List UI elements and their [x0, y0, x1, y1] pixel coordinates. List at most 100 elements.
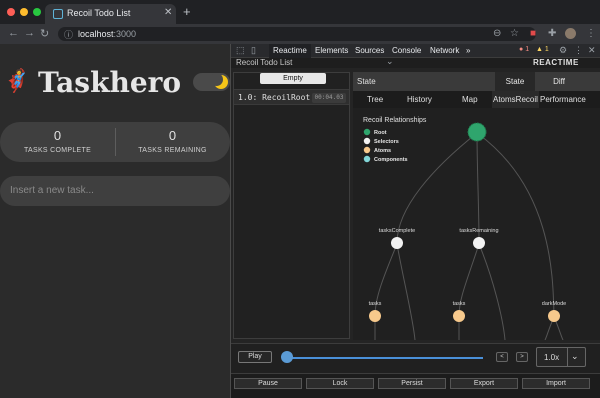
- devtools-menu-icon[interactable]: ⋮: [574, 45, 583, 56]
- export-button[interactable]: Export: [450, 378, 518, 389]
- legend-label-selectors: Selectors: [374, 139, 399, 145]
- extensions-icon[interactable]: ✚: [548, 28, 556, 39]
- legend-label-root: Root: [374, 130, 387, 136]
- diff-button[interactable]: Diff: [539, 72, 579, 91]
- settings-gear-icon[interactable]: ⚙: [559, 45, 567, 56]
- state-pane: State State Diff Tree History Map AtomsR…: [353, 72, 600, 340]
- new-tab-button[interactable]: +: [183, 4, 191, 19]
- tab-network[interactable]: Network: [430, 46, 459, 55]
- tab-history[interactable]: History: [407, 95, 432, 104]
- close-devtools-icon[interactable]: ✕: [588, 45, 596, 56]
- devtools-tab-bar: ⬚ ▯ Reactime Elements Sources Console Ne…: [231, 44, 600, 58]
- chevron-down-icon: ⌄: [571, 351, 579, 361]
- snapshot-label: 1.0: RecoilRoot: [238, 93, 311, 102]
- node-label-tasks-2: tasks: [453, 301, 466, 307]
- error-count: 1: [525, 46, 530, 53]
- browser-menu-icon[interactable]: ⋮: [586, 28, 596, 39]
- state-view-tabs: Tree History Map AtomsRecoil Performance: [353, 91, 600, 108]
- atom-node-dark-mode[interactable]: [548, 310, 560, 322]
- snapshot-list: Empty 1.0: RecoilRoot 00:04.03: [233, 72, 350, 339]
- back-icon[interactable]: ←: [8, 27, 19, 39]
- lock-button[interactable]: Lock: [306, 378, 374, 389]
- url-host: localhost: [78, 29, 114, 39]
- selector-node-tasks-remaining[interactable]: [473, 237, 485, 249]
- browser-tab[interactable]: Recoil Todo List ✕: [45, 4, 176, 24]
- tab-console[interactable]: Console: [392, 46, 421, 55]
- next-snapshot-button[interactable]: >: [516, 352, 528, 362]
- graph-links: [374, 132, 564, 340]
- playback-speed-select[interactable]: 1.0x ⌄: [536, 347, 586, 367]
- atom-node-tasks-2[interactable]: [453, 310, 465, 322]
- inspect-element-icon[interactable]: ⬚: [236, 45, 245, 56]
- state-label: State: [357, 77, 376, 86]
- superhero-logo-icon: 🦸: [3, 68, 31, 93]
- legend-label-atoms: Atoms: [374, 148, 391, 154]
- tasks-complete-label: TASKS COMPLETE: [23, 147, 92, 154]
- root-node[interactable]: [467, 122, 487, 142]
- forward-icon[interactable]: →: [24, 27, 35, 39]
- new-task-input[interactable]: Insert a new task...: [0, 176, 230, 206]
- maximize-window-button[interactable]: [33, 8, 41, 16]
- tab-close-icon[interactable]: ✕: [164, 7, 172, 18]
- reload-icon[interactable]: ↻: [40, 27, 49, 40]
- taskhero-app: 🦸 Taskhero 0 TASKS COMPLETE 0 TASKS REMA…: [0, 44, 230, 398]
- legend-swatch-selectors: [363, 137, 371, 145]
- device-toolbar-icon[interactable]: ▯: [251, 45, 256, 56]
- close-window-button[interactable]: [7, 8, 15, 16]
- moon-icon: [210, 73, 228, 89]
- zoom-icon[interactable]: ⊖: [493, 28, 501, 39]
- state-header: State State Diff: [353, 72, 600, 91]
- more-tabs-icon[interactable]: »: [466, 46, 470, 55]
- state-button[interactable]: State: [495, 72, 535, 91]
- site-info-icon[interactable]: ⓘ: [64, 28, 73, 41]
- page-select[interactable]: Recoil Todo List: [236, 58, 292, 67]
- snapshot-row[interactable]: 1.0: RecoilRoot 00:04.03: [234, 89, 349, 105]
- tab-tree[interactable]: Tree: [367, 95, 383, 104]
- tab-sources[interactable]: Sources: [355, 46, 384, 55]
- tab-performance[interactable]: Performance: [540, 95, 586, 104]
- tasks-remaining-label: TASKS REMAINING: [138, 147, 207, 154]
- node-label-tasks-remaining: tasksRemaining: [459, 228, 498, 234]
- atom-node-tasks[interactable]: [369, 310, 381, 322]
- tab-reactime[interactable]: Reactime: [269, 44, 311, 58]
- timeline-track[interactable]: [287, 357, 483, 359]
- url-field[interactable]: ⓘ localhost:3000: [58, 27, 536, 41]
- link-root-complete: [396, 132, 478, 244]
- graph-legend: Root Selectors Atoms Components: [363, 128, 408, 163]
- profile-avatar[interactable]: [565, 28, 576, 39]
- chevron-down-icon[interactable]: ⌄: [386, 56, 394, 67]
- minimize-window-button[interactable]: [20, 8, 28, 16]
- pause-button[interactable]: Pause: [234, 378, 302, 389]
- tab-elements[interactable]: Elements: [315, 46, 348, 55]
- import-button[interactable]: Import: [522, 378, 590, 389]
- node-label-tasks-complete: tasksComplete: [379, 228, 415, 234]
- warning-count-badge[interactable]: ▲ 1: [536, 46, 549, 53]
- link-root-remaining: [476, 132, 480, 244]
- node-label-tasks: tasks: [369, 301, 382, 307]
- legend-label-components: Components: [374, 157, 408, 163]
- empty-button[interactable]: Empty: [260, 73, 326, 84]
- task-stats: 0 TASKS COMPLETE 0 TASKS REMAINING: [0, 122, 230, 162]
- tasks-remaining-count: 0: [168, 128, 177, 143]
- reactime-extension-icon[interactable]: ■: [530, 28, 536, 39]
- new-task-placeholder: Insert a new task...: [10, 185, 94, 196]
- timeline-slider-handle[interactable]: [281, 351, 293, 363]
- address-bar-row: ← → ↻ ⓘ localhost:3000 ⊖ ☆ ■ ✚ ⋮: [0, 24, 600, 44]
- link-remaining-down: [478, 243, 506, 340]
- prev-snapshot-button[interactable]: <: [496, 352, 508, 362]
- play-button[interactable]: Play: [238, 351, 272, 363]
- persist-button[interactable]: Persist: [378, 378, 446, 389]
- bookmark-star-icon[interactable]: ☆: [510, 28, 519, 39]
- legend-swatch-components: [363, 155, 371, 163]
- error-count-badge[interactable]: ● 1: [519, 46, 529, 53]
- tab-atoms-recoil[interactable]: AtomsRecoil: [492, 91, 539, 108]
- selector-node-tasks-complete[interactable]: [391, 237, 403, 249]
- reactime-logo: REACTIME: [533, 58, 579, 67]
- dark-mode-toggle[interactable]: [193, 73, 230, 91]
- url-port: :3000: [113, 29, 137, 39]
- reactime-header: Recoil Todo List ⌄ REACTIME: [231, 56, 600, 68]
- timeline-controls: Play < > 1.0x ⌄: [231, 343, 600, 373]
- snapshot-time: 00:04.03: [312, 93, 346, 103]
- graph-title: Recoil Relationships: [363, 117, 427, 124]
- tab-map[interactable]: Map: [462, 95, 478, 104]
